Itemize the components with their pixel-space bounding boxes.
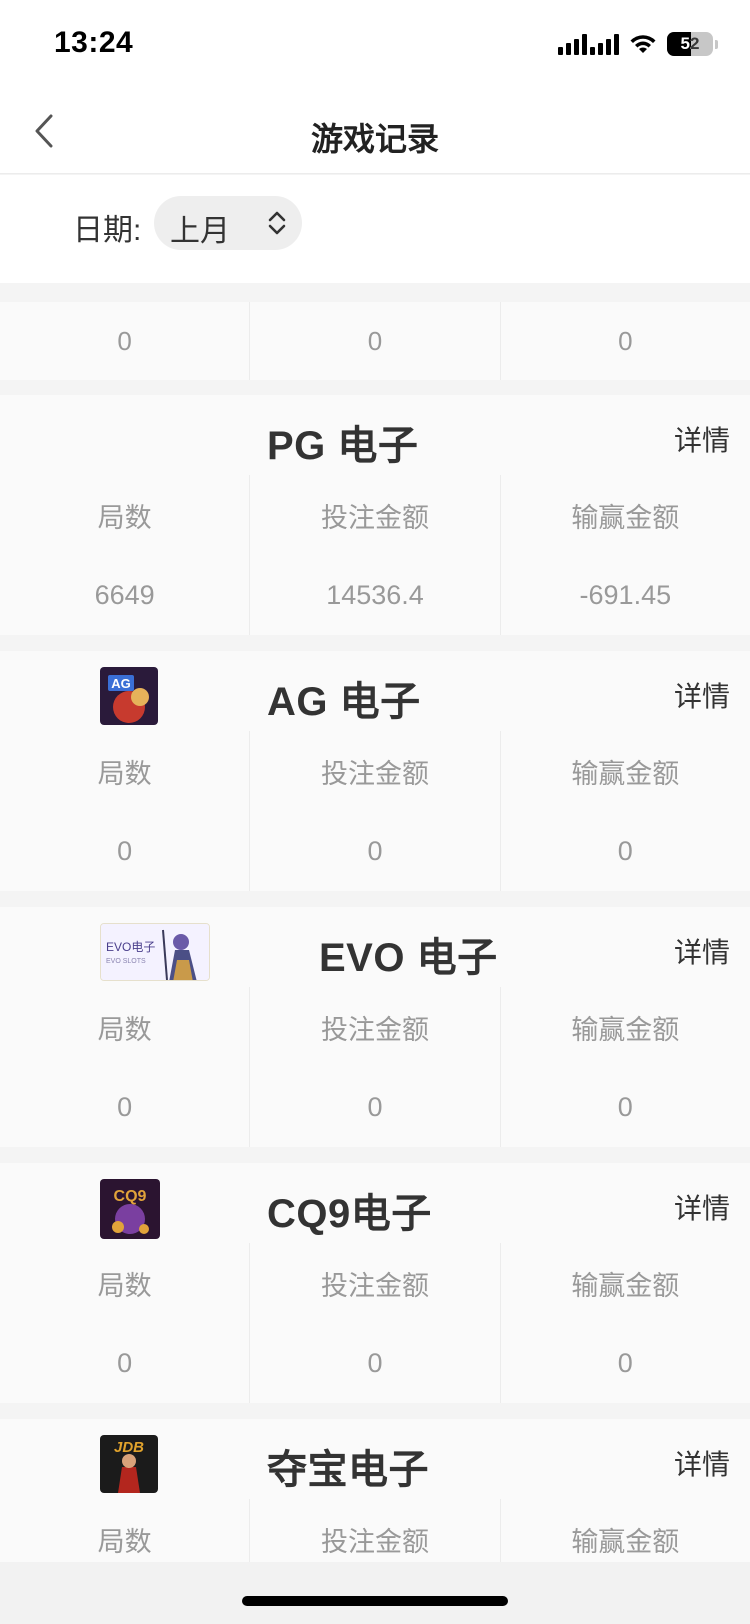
navigation-bar: 游戏记录 [0, 88, 750, 174]
winloss-amount-value: 0 [499, 1067, 750, 1147]
game-card-ag: AG AG 电子 详情 局数 投注金额 输赢金额 0 0 0 [0, 651, 750, 891]
jdb-logo: JDB [100, 1435, 158, 1493]
summary-rounds-value: 0 [117, 325, 132, 356]
bet-amount-label: 投注金额 [249, 1499, 499, 1562]
rounds-label: 局数 [97, 1270, 152, 1301]
rounds-value: 6649 [94, 579, 155, 610]
ag-logo: AG [100, 667, 158, 725]
bet-amount-value: 0 [249, 1323, 499, 1403]
bet-amount-label: 投注金额 [249, 731, 499, 811]
detail-link[interactable]: 详情 [674, 675, 730, 715]
summary-winloss-value: 0 [499, 302, 750, 380]
svg-text:EVO电子: EVO电子 [106, 940, 155, 954]
svg-text:JDB: JDB [114, 1439, 144, 1456]
rounds-value: 0 [117, 1091, 133, 1122]
winloss-amount-label: 输赢金额 [499, 987, 750, 1067]
rounds-label: 局数 [97, 1526, 152, 1557]
status-time: 13:24 [54, 26, 134, 59]
wifi-icon [629, 33, 657, 55]
bet-amount-label: 投注金额 [249, 475, 499, 555]
winloss-amount-label: 输赢金额 [499, 731, 750, 811]
rounds-value: 0 [117, 835, 133, 866]
winloss-amount-label: 输赢金额 [499, 1499, 750, 1562]
cq9-logo: CQ9 [100, 1179, 160, 1239]
home-indicator[interactable] [242, 1596, 508, 1606]
evo-logo: EVO电子 EVO SLOTS [100, 923, 210, 981]
game-title: PG 电子 [267, 424, 419, 468]
svg-text:CQ9: CQ9 [114, 1188, 147, 1205]
winloss-amount-label: 输赢金额 [499, 1243, 750, 1323]
battery-icon: 52 [667, 32, 713, 56]
home-indicator-area [0, 1562, 750, 1624]
game-title: CQ9电子 [267, 1192, 432, 1236]
cellular-signal-icon [558, 33, 619, 55]
date-select-value: 上月 [170, 215, 230, 248]
detail-link[interactable]: 详情 [674, 931, 730, 971]
bet-amount-value: 0 [249, 1067, 499, 1147]
date-filter-bar: 日期: 上月 [0, 175, 750, 283]
svg-text:EVO SLOTS: EVO SLOTS [106, 958, 146, 965]
rounds-value: 0 [117, 1347, 133, 1378]
page-title: 游戏记录 [310, 121, 439, 157]
rounds-label: 局数 [97, 758, 152, 789]
battery-cap [715, 39, 718, 49]
status-icons: 52 [558, 30, 718, 58]
winloss-amount-label: 输赢金额 [499, 475, 750, 555]
game-card-jdb: JDB 夺宝电子 详情 局数 投注金额 输赢金额 [0, 1419, 750, 1562]
battery-level: 52 [680, 34, 700, 53]
game-card-evo: EVO电子 EVO SLOTS EVO 电子 详情 局数 投注金额 输赢金额 0… [0, 907, 750, 1147]
summary-stats-row: 0 0 0 [0, 302, 750, 380]
bet-amount-value: 0 [249, 811, 499, 891]
up-down-chevron-icon [268, 211, 286, 235]
summary-bet-value: 0 [249, 302, 499, 380]
detail-link[interactable]: 详情 [674, 419, 730, 459]
bet-amount-value: 14536.4 [249, 555, 499, 635]
winloss-amount-value: 0 [499, 811, 750, 891]
detail-link[interactable]: 详情 [674, 1187, 730, 1227]
detail-link[interactable]: 详情 [674, 1443, 730, 1483]
game-title: EVO 电子 [319, 936, 498, 980]
date-filter-label: 日期: [73, 214, 142, 247]
winloss-amount-value: -691.45 [499, 555, 750, 635]
status-bar: 13:24 52 [0, 0, 750, 88]
winloss-amount-value: 0 [499, 1323, 750, 1403]
rounds-label: 局数 [97, 1014, 152, 1045]
bet-amount-label: 投注金额 [249, 1243, 499, 1323]
date-select[interactable]: 上月 [154, 196, 302, 250]
game-title: AG 电子 [267, 680, 421, 724]
game-title: 夺宝电子 [267, 1448, 429, 1492]
game-card-cq9: CQ9 CQ9电子 详情 局数 投注金额 输赢金额 0 0 0 [0, 1163, 750, 1403]
rounds-label: 局数 [97, 502, 152, 533]
game-card-pg: PG 电子 详情 局数 投注金额 输赢金额 6649 14536.4 -691.… [0, 395, 750, 635]
svg-text:AG: AG [111, 676, 131, 691]
bet-amount-label: 投注金额 [249, 987, 499, 1067]
